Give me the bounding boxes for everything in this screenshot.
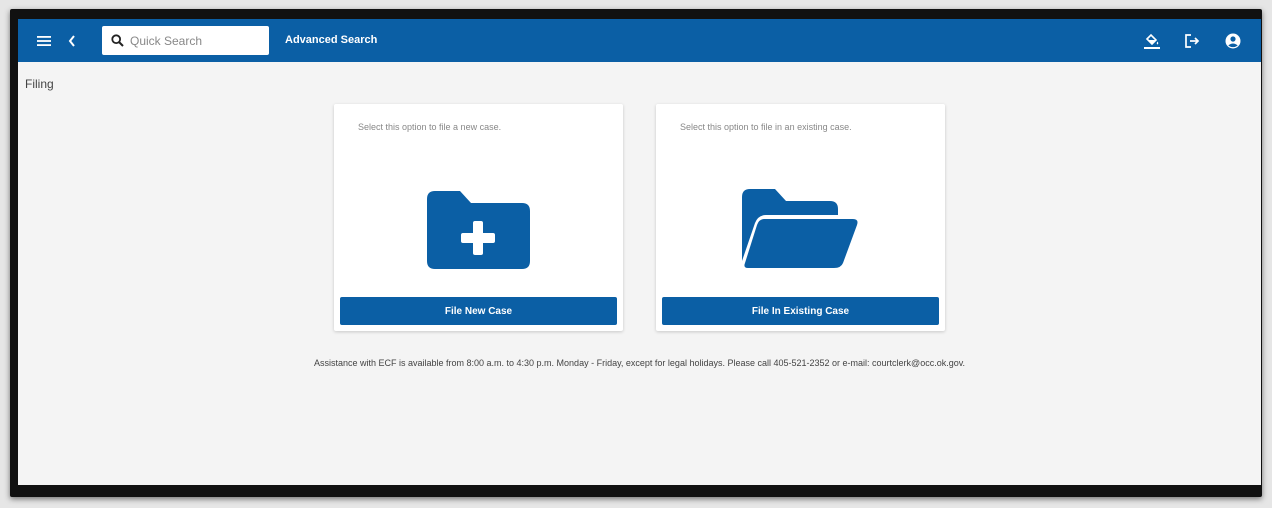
menu-button[interactable] (32, 19, 56, 62)
file-in-existing-case-button[interactable]: File In Existing Case (662, 297, 939, 325)
folder-open-icon (742, 189, 859, 268)
file-new-case-button[interactable]: File New Case (340, 297, 617, 325)
quick-search-input[interactable] (130, 33, 260, 48)
logout-icon (1185, 33, 1200, 48)
theme-button[interactable] (1141, 19, 1163, 62)
chevron-left-icon (68, 34, 75, 47)
paint-bucket-icon (1144, 33, 1160, 49)
logout-button[interactable] (1181, 19, 1203, 62)
menu-icon (37, 35, 51, 46)
back-button[interactable] (62, 19, 82, 62)
existing-case-card[interactable]: Select this option to file in an existin… (656, 104, 945, 331)
top-app-bar: Advanced Search (18, 19, 1261, 62)
quick-search[interactable] (102, 26, 269, 55)
page-title: Filing (25, 77, 54, 91)
account-button[interactable] (1222, 19, 1244, 62)
new-case-card[interactable]: Select this option to file a new case. F… (334, 104, 623, 331)
app-window: Advanced Search Filing (18, 19, 1261, 485)
search-icon (111, 34, 124, 47)
new-case-description: Select this option to file a new case. (358, 122, 502, 132)
advanced-search-link[interactable]: Advanced Search (285, 19, 377, 62)
folder-plus-icon (427, 191, 530, 269)
existing-case-description: Select this option to file in an existin… (680, 122, 852, 132)
assistance-text: Assistance with ECF is available from 8:… (313, 358, 966, 368)
account-circle-icon (1225, 33, 1241, 48)
